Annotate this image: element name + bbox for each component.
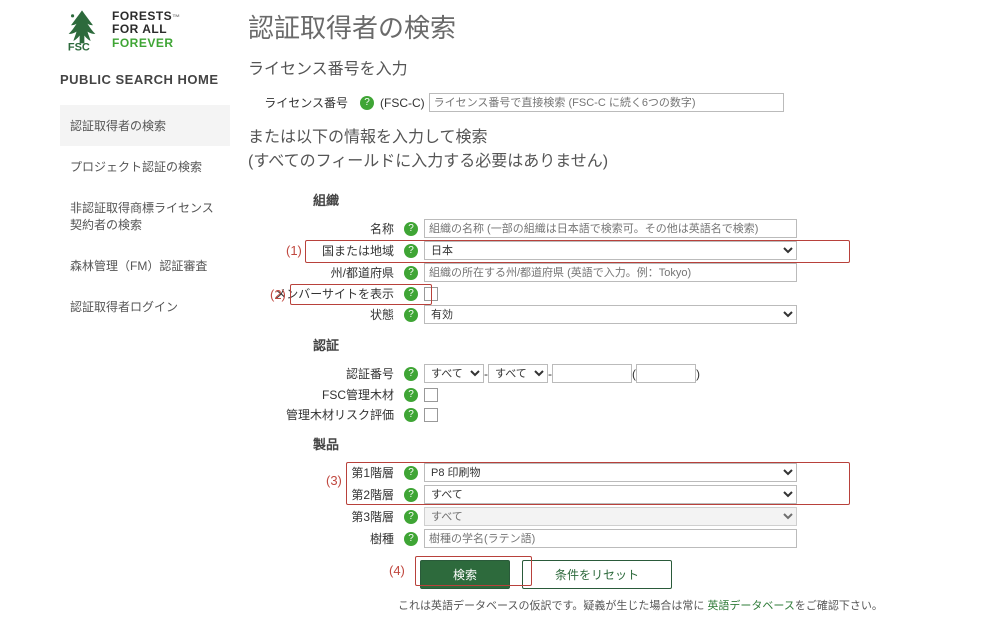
reset-button[interactable]: 条件をリセット <box>522 560 672 589</box>
help-icon[interactable]: ? <box>404 244 418 258</box>
public-search-home[interactable]: PUBLIC SEARCH HOME <box>60 72 230 87</box>
sidebar-item-fm-audit[interactable]: 森林管理（FM）認証審査 <box>60 245 230 286</box>
subtitle: ライセンス番号を入力 <box>248 55 982 79</box>
org-name-label: 名称 <box>248 220 398 237</box>
license-number-label: ライセンス番号 <box>248 94 354 111</box>
lvl1-select[interactable]: P8 印刷物 <box>424 463 797 482</box>
section-org: 組織 <box>248 182 982 219</box>
species-input[interactable] <box>424 529 797 548</box>
lvl3-label: 第3階層 <box>248 508 398 525</box>
certno-input-1[interactable] <box>552 364 632 383</box>
help-icon[interactable]: ? <box>404 287 418 301</box>
footnote: これは英語データベースの仮訳です。疑義が生じた場合は常に 英語データベースをご確… <box>398 597 982 613</box>
help-icon[interactable]: ? <box>404 308 418 322</box>
help-icon[interactable]: ? <box>404 388 418 402</box>
license-prefix: (FSC-C) <box>380 96 425 110</box>
certno-select-1[interactable]: すべて <box>424 364 484 383</box>
help-icon[interactable]: ? <box>404 367 418 381</box>
lvl2-label: 第2階層 <box>248 486 398 503</box>
lvl3-select: すべて <box>424 507 797 526</box>
help-icon[interactable]: ? <box>404 488 418 502</box>
state-input[interactable] <box>424 263 797 282</box>
license-number-input[interactable] <box>429 93 784 112</box>
help-icon[interactable]: ? <box>404 510 418 524</box>
status-select[interactable]: 有効 <box>424 305 797 324</box>
english-db-link[interactable]: 英語データベース <box>707 600 794 612</box>
annotation-1: (1) <box>286 243 302 258</box>
sidebar-item-cert-holder-search[interactable]: 認証取得者の検索 <box>60 105 230 146</box>
state-label: 州/都道府県 <box>248 264 398 281</box>
section-product: 製品 <box>248 426 982 463</box>
org-name-input[interactable] <box>424 219 797 238</box>
cw-risk-label: 管理木材リスク評価 <box>248 406 398 423</box>
certno-select-2[interactable]: すべて <box>488 364 548 383</box>
paren-r: ) <box>696 367 700 381</box>
certno-input-2[interactable] <box>636 364 696 383</box>
sidebar-item-noncert-trademark-search[interactable]: 非認証取得商標ライセンス契約者の検索 <box>60 187 230 245</box>
annotation-4: (4) <box>389 563 405 578</box>
search-button[interactable]: 検索 <box>420 560 510 589</box>
help-icon[interactable]: ? <box>404 222 418 236</box>
help-icon[interactable]: ? <box>360 96 374 110</box>
tree-icon: FSC <box>60 8 104 52</box>
help-icon[interactable]: ? <box>404 532 418 546</box>
status-label: 状態 <box>248 306 398 323</box>
help-icon[interactable]: ? <box>404 266 418 280</box>
country-label: 国または地域 <box>248 242 398 259</box>
species-label: 樹種 <box>248 530 398 547</box>
fsc-cw-checkbox[interactable] <box>424 388 438 402</box>
annotation-2: (2) <box>270 287 286 302</box>
cw-risk-checkbox[interactable] <box>424 408 438 422</box>
help-icon[interactable]: ? <box>404 408 418 422</box>
country-select[interactable]: 日本 <box>424 241 797 260</box>
fsc-logo: FSC FORESTS™ FOR ALL FOREVER <box>60 8 230 52</box>
member-sites-checkbox[interactable] <box>424 287 438 301</box>
help-icon[interactable]: ? <box>404 466 418 480</box>
sidebar-item-project-cert-search[interactable]: プロジェクト認証の検索 <box>60 146 230 187</box>
lvl2-select[interactable]: すべて <box>424 485 797 504</box>
section-cert: 認証 <box>248 327 982 364</box>
sidebar-item-cert-holder-login[interactable]: 認証取得者ログイン <box>60 286 230 327</box>
or-instruction: または以下の情報を入力して検索(すべてのフィールドに入力する必要はありません) <box>248 126 982 174</box>
page-title: 認証取得者の検索 <box>248 8 982 45</box>
logo-text: FORESTS™ FOR ALL FOREVER <box>112 10 181 50</box>
lvl1-label: 第1階層 <box>248 464 398 481</box>
certno-label: 認証番号 <box>248 365 398 382</box>
side-nav: 認証取得者の検索 プロジェクト認証の検索 非認証取得商標ライセンス契約者の検索 … <box>60 105 230 327</box>
svg-text:FSC: FSC <box>68 41 90 52</box>
fsc-cw-label: FSC管理木材 <box>248 386 398 403</box>
